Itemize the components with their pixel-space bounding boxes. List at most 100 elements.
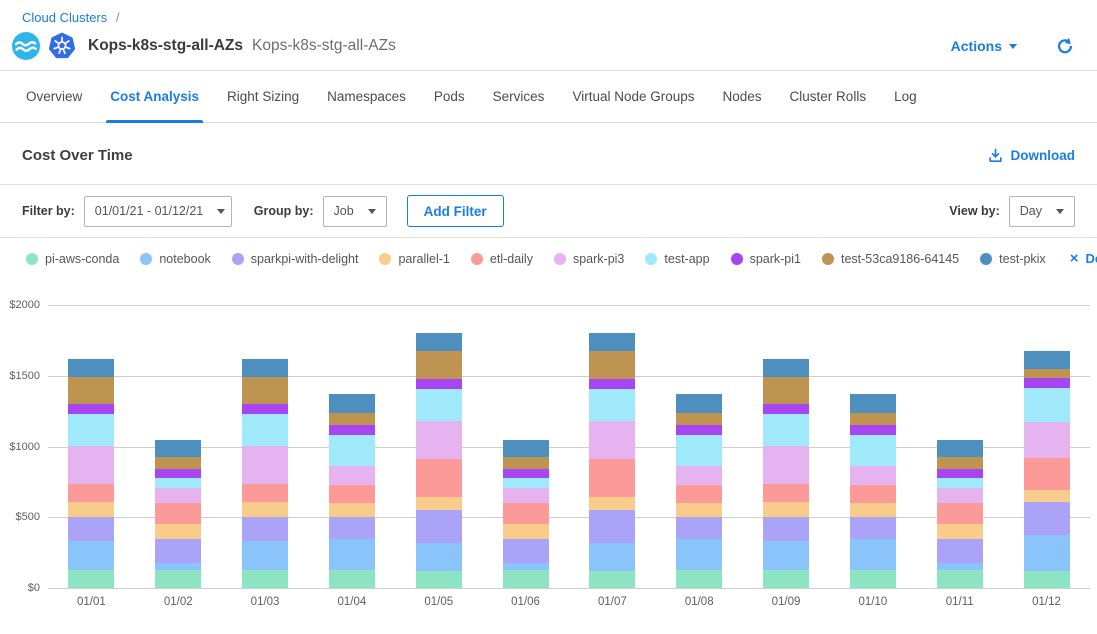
stacked-bar-01-03[interactable] xyxy=(242,359,288,588)
bar-segment-test-pkix[interactable] xyxy=(329,394,375,412)
bar-segment-test-53ca9186-64145[interactable] xyxy=(1024,369,1070,377)
bar-segment-sparkpi-with-delight[interactable] xyxy=(242,517,288,542)
bar-segment-spark-pi3[interactable] xyxy=(676,466,722,484)
tab-virtual-node-groups[interactable]: Virtual Node Groups xyxy=(558,71,708,122)
bar-segment-spark-pi1[interactable] xyxy=(763,404,809,414)
bar-segment-test-pkix[interactable] xyxy=(503,440,549,457)
bar-segment-sparkpi-with-delight[interactable] xyxy=(763,517,809,542)
bar-segment-parallel-1[interactable] xyxy=(1024,490,1070,502)
legend-item-spark-pi3[interactable]: spark-pi3 xyxy=(554,252,624,266)
bar-segment-sparkpi-with-delight[interactable] xyxy=(1024,502,1070,535)
bar-segment-test-pkix[interactable] xyxy=(68,359,114,377)
stacked-bar-01-06[interactable] xyxy=(503,440,549,588)
bar-segment-parallel-1[interactable] xyxy=(503,524,549,538)
bar-segment-pi-aws-conda[interactable] xyxy=(1024,571,1070,588)
legend-item-test-app[interactable]: test-app xyxy=(645,252,709,266)
legend-item-etl-daily[interactable]: etl-daily xyxy=(471,252,533,266)
bar-segment-test-app[interactable] xyxy=(416,389,462,422)
bar-segment-notebook[interactable] xyxy=(589,543,635,571)
bar-segment-etl-daily[interactable] xyxy=(676,485,722,503)
view-by-select[interactable]: Day xyxy=(1009,196,1075,227)
bar-segment-notebook[interactable] xyxy=(242,541,288,570)
bar-segment-notebook[interactable] xyxy=(68,541,114,570)
breadcrumb-link-cloud-clusters[interactable]: Cloud Clusters xyxy=(22,10,107,25)
bar-segment-test-app[interactable] xyxy=(503,478,549,488)
actions-button[interactable]: Actions xyxy=(951,38,1017,54)
bar-segment-spark-pi3[interactable] xyxy=(763,446,809,484)
stacked-bar-01-11[interactable] xyxy=(937,440,983,588)
bar-segment-pi-aws-conda[interactable] xyxy=(329,570,375,588)
tab-services[interactable]: Services xyxy=(479,71,559,122)
bar-segment-pi-aws-conda[interactable] xyxy=(937,570,983,588)
stacked-bar-01-01[interactable] xyxy=(68,359,114,588)
tab-pods[interactable]: Pods xyxy=(420,71,479,122)
tab-cluster-rolls[interactable]: Cluster Rolls xyxy=(776,71,881,122)
bar-segment-test-app[interactable] xyxy=(242,414,288,446)
bar-segment-test-53ca9186-64145[interactable] xyxy=(503,457,549,469)
bar-segment-parallel-1[interactable] xyxy=(416,497,462,510)
bar-segment-sparkpi-with-delight[interactable] xyxy=(68,517,114,542)
bar-segment-parallel-1[interactable] xyxy=(155,524,201,538)
bar-segment-test-53ca9186-64145[interactable] xyxy=(242,377,288,404)
bar-segment-test-app[interactable] xyxy=(68,414,114,446)
tab-namespaces[interactable]: Namespaces xyxy=(313,71,420,122)
bar-segment-pi-aws-conda[interactable] xyxy=(850,570,896,588)
bar-segment-parallel-1[interactable] xyxy=(850,503,896,516)
stacked-bar-01-05[interactable] xyxy=(416,333,462,588)
bar-segment-test-53ca9186-64145[interactable] xyxy=(68,377,114,404)
bar-segment-test-53ca9186-64145[interactable] xyxy=(155,457,201,469)
legend-item-spark-pi1[interactable]: spark-pi1 xyxy=(731,252,801,266)
bar-segment-parallel-1[interactable] xyxy=(68,502,114,516)
bar-segment-test-pkix[interactable] xyxy=(850,394,896,412)
bar-segment-spark-pi3[interactable] xyxy=(329,466,375,484)
bar-segment-notebook[interactable] xyxy=(676,539,722,569)
bar-segment-parallel-1[interactable] xyxy=(763,502,809,516)
stacked-bar-01-12[interactable] xyxy=(1024,351,1070,588)
bar-segment-test-pkix[interactable] xyxy=(763,359,809,377)
bar-segment-test-53ca9186-64145[interactable] xyxy=(676,413,722,426)
bar-segment-parallel-1[interactable] xyxy=(937,524,983,538)
bar-segment-etl-daily[interactable] xyxy=(329,485,375,503)
bar-segment-spark-pi1[interactable] xyxy=(68,404,114,414)
bar-segment-test-pkix[interactable] xyxy=(937,440,983,457)
bar-segment-test-app[interactable] xyxy=(1024,388,1070,423)
add-filter-button[interactable]: Add Filter xyxy=(407,195,504,227)
stacked-bar-01-02[interactable] xyxy=(155,440,201,588)
bar-segment-sparkpi-with-delight[interactable] xyxy=(937,539,983,564)
stacked-bar-01-09[interactable] xyxy=(763,359,809,588)
bar-segment-spark-pi3[interactable] xyxy=(242,446,288,484)
bar-segment-pi-aws-conda[interactable] xyxy=(763,570,809,588)
bar-segment-spark-pi3[interactable] xyxy=(68,446,114,484)
bar-segment-etl-daily[interactable] xyxy=(503,503,549,524)
bar-segment-test-app[interactable] xyxy=(589,389,635,422)
bar-segment-spark-pi1[interactable] xyxy=(589,379,635,389)
bar-segment-sparkpi-with-delight[interactable] xyxy=(676,517,722,540)
bar-segment-etl-daily[interactable] xyxy=(68,484,114,502)
bar-segment-test-app[interactable] xyxy=(676,435,722,466)
bar-segment-spark-pi1[interactable] xyxy=(242,404,288,414)
bar-segment-etl-daily[interactable] xyxy=(416,459,462,497)
bar-segment-sparkpi-with-delight[interactable] xyxy=(329,517,375,540)
bar-segment-pi-aws-conda[interactable] xyxy=(68,570,114,588)
bar-segment-parallel-1[interactable] xyxy=(676,503,722,516)
bar-segment-sparkpi-with-delight[interactable] xyxy=(503,539,549,564)
bar-segment-spark-pi1[interactable] xyxy=(1024,378,1070,388)
legend-item-test-53ca9186-64145[interactable]: test-53ca9186-64145 xyxy=(822,252,959,266)
bar-segment-etl-daily[interactable] xyxy=(937,503,983,524)
bar-segment-spark-pi3[interactable] xyxy=(589,421,635,458)
bar-segment-test-53ca9186-64145[interactable] xyxy=(329,413,375,426)
bar-segment-test-app[interactable] xyxy=(850,435,896,466)
bar-segment-pi-aws-conda[interactable] xyxy=(155,570,201,588)
bar-segment-spark-pi3[interactable] xyxy=(850,466,896,484)
bar-segment-spark-pi1[interactable] xyxy=(937,469,983,479)
bar-segment-pi-aws-conda[interactable] xyxy=(416,571,462,588)
bar-segment-etl-daily[interactable] xyxy=(850,485,896,503)
bar-segment-test-pkix[interactable] xyxy=(589,333,635,351)
bar-segment-pi-aws-conda[interactable] xyxy=(242,570,288,588)
bar-segment-spark-pi1[interactable] xyxy=(676,425,722,435)
bar-segment-spark-pi3[interactable] xyxy=(155,488,201,503)
bar-segment-pi-aws-conda[interactable] xyxy=(503,570,549,588)
legend-item-sparkpi-with-delight[interactable]: sparkpi-with-delight xyxy=(232,252,359,266)
tab-log[interactable]: Log xyxy=(880,71,931,122)
tab-nodes[interactable]: Nodes xyxy=(709,71,776,122)
